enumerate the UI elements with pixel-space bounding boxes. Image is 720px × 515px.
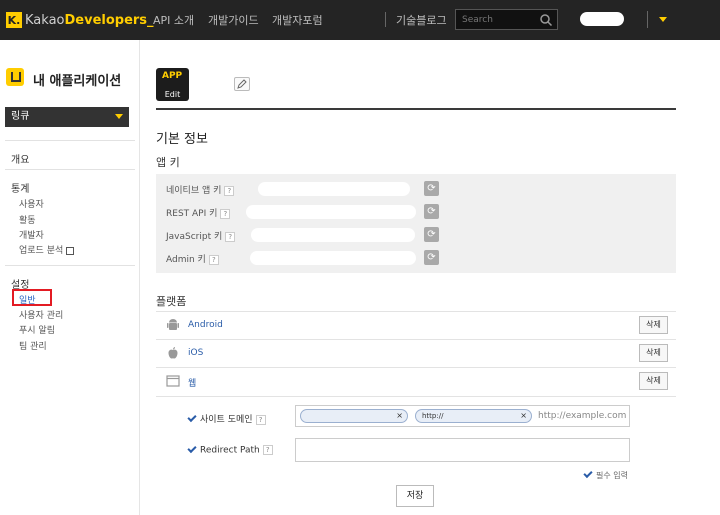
key-row: JavaScript 키? ⟳ bbox=[166, 226, 666, 244]
app-selector[interactable]: 링큐 bbox=[5, 107, 129, 127]
sidebar-item-team-management[interactable]: 팀 관리 bbox=[19, 339, 47, 352]
android-icon bbox=[167, 319, 179, 330]
help-icon[interactable]: ? bbox=[224, 185, 235, 196]
app-icon-edit[interactable]: APP Edit bbox=[156, 68, 189, 101]
redirect-path-input[interactable] bbox=[295, 438, 630, 462]
sidebar-item-activity[interactable]: 활동 bbox=[19, 213, 36, 226]
sidebar-section-stats: 통계 bbox=[11, 184, 30, 195]
check-icon bbox=[187, 443, 197, 453]
search-placeholder: Search bbox=[462, 14, 493, 25]
delete-button[interactable]: 삭제 bbox=[639, 316, 668, 334]
key-label: Admin 키? bbox=[166, 252, 219, 265]
delete-button[interactable]: 삭제 bbox=[639, 372, 668, 390]
help-icon[interactable]: ? bbox=[208, 254, 219, 265]
check-icon bbox=[187, 412, 197, 423]
platform-row-ios: iOS 삭제 bbox=[156, 339, 676, 367]
nav-api-intro[interactable]: API 소개 bbox=[153, 12, 194, 28]
main-content: APP Edit 기본 정보 앱 키 네이티브 앱 키? ⟳ REST API … bbox=[140, 40, 720, 515]
key-row: REST API 키? ⟳ bbox=[166, 203, 666, 221]
platform-name[interactable]: 웹 bbox=[188, 376, 196, 389]
save-button[interactable]: 저장 bbox=[396, 485, 434, 507]
required-note: 필수 입력 bbox=[583, 468, 628, 481]
upload-analysis-label: 업로드 분석 bbox=[19, 246, 64, 256]
site-domain-label: 사이트 도메인? bbox=[187, 412, 266, 425]
web-icon bbox=[166, 375, 180, 387]
remove-tag-icon[interactable]: × bbox=[520, 410, 527, 422]
key-value-redacted bbox=[246, 205, 416, 219]
user-divider bbox=[647, 11, 648, 28]
help-icon[interactable]: ? bbox=[225, 231, 236, 242]
app-selector-value: 링큐 bbox=[11, 111, 30, 122]
user-name-redacted[interactable] bbox=[580, 12, 624, 26]
site-domain-field[interactable]: × http://× http://example.com bbox=[295, 405, 630, 427]
key-row: 네이티브 앱 키? ⟳ bbox=[166, 180, 666, 198]
key-value-redacted bbox=[258, 182, 410, 196]
refresh-key-button[interactable]: ⟳ bbox=[424, 250, 439, 265]
refresh-key-button[interactable]: ⟳ bbox=[424, 227, 439, 242]
app-key-panel: 네이티브 앱 키? ⟳ REST API 키? ⟳ JavaScript 키? … bbox=[156, 174, 676, 273]
header-divider bbox=[156, 108, 676, 110]
key-row: Admin 키? ⟳ bbox=[166, 249, 666, 267]
domain-tag: http://× bbox=[415, 409, 532, 423]
user-menu-caret-icon[interactable] bbox=[659, 17, 667, 22]
domain-tag: × bbox=[300, 409, 408, 423]
my-apps-icon bbox=[6, 68, 24, 86]
sidebar-item-push-notification[interactable]: 푸시 알림 bbox=[19, 323, 55, 336]
key-value-redacted bbox=[250, 251, 416, 265]
sidebar-item-users[interactable]: 사용자 bbox=[19, 197, 44, 210]
key-value-redacted bbox=[251, 228, 415, 242]
nav-divider bbox=[385, 12, 386, 27]
check-icon bbox=[583, 468, 593, 479]
help-icon[interactable]: ? bbox=[262, 445, 273, 455]
sidebar-item-developers[interactable]: 개발자 bbox=[19, 228, 44, 241]
sidebar-divider bbox=[5, 140, 135, 141]
redirect-path-label: Redirect Path? bbox=[187, 443, 273, 456]
web-platform-settings: 사이트 도메인? × http://× http://example.com R… bbox=[156, 396, 676, 515]
app-key-title: 앱 키 bbox=[156, 156, 180, 169]
key-label: JavaScript 키? bbox=[166, 229, 236, 242]
search-icon[interactable] bbox=[539, 13, 553, 27]
platform-title: 플랫폼 bbox=[156, 295, 187, 308]
chevron-down-icon bbox=[115, 114, 123, 119]
key-label: REST API 키? bbox=[166, 206, 231, 219]
help-icon[interactable]: ? bbox=[255, 414, 266, 425]
refresh-key-button[interactable]: ⟳ bbox=[424, 181, 439, 196]
highlight-box bbox=[12, 289, 52, 306]
platform-name[interactable]: Android bbox=[188, 320, 223, 330]
platform-row-android: Android 삭제 bbox=[156, 311, 676, 339]
edit-label: Edit bbox=[164, 90, 181, 99]
edit-name-button[interactable] bbox=[234, 77, 250, 91]
sidebar-divider bbox=[5, 265, 135, 266]
key-label: 네이티브 앱 키? bbox=[166, 183, 235, 196]
refresh-key-button[interactable]: ⟳ bbox=[424, 204, 439, 219]
help-icon[interactable]: ? bbox=[220, 208, 231, 219]
search-input[interactable]: Search bbox=[455, 9, 558, 30]
external-link-icon bbox=[66, 246, 75, 255]
kakao-developers-logo[interactable]: K. KakaoDevelopers_ bbox=[6, 10, 154, 30]
sidebar-item-overview[interactable]: 개요 bbox=[11, 151, 29, 166]
logo-text: KakaoDevelopers_ bbox=[25, 12, 154, 28]
pencil-icon bbox=[237, 79, 247, 89]
remove-tag-icon[interactable]: × bbox=[396, 410, 403, 422]
sidebar-title: 내 애플리케이션 bbox=[33, 74, 122, 89]
app-icon-text: APP bbox=[162, 71, 183, 81]
basic-info-title: 기본 정보 bbox=[156, 132, 208, 147]
sidebar-item-upload-analysis[interactable]: 업로드 분석 bbox=[19, 243, 75, 256]
domain-placeholder: http://example.com bbox=[538, 411, 627, 421]
platform-row-web: 웹 삭제 bbox=[156, 367, 676, 395]
sidebar: 내 애플리케이션 링큐 개요 통계 사용자 활동 개발자 업로드 분석 설정 일… bbox=[0, 40, 140, 515]
top-navigation-bar: K. KakaoDevelopers_ API 소개 개발가이드 개발자포럼 기… bbox=[0, 0, 720, 40]
apple-icon bbox=[168, 347, 178, 359]
delete-button[interactable]: 삭제 bbox=[639, 344, 668, 362]
sidebar-item-user-management[interactable]: 사용자 관리 bbox=[19, 308, 63, 321]
platform-name[interactable]: iOS bbox=[188, 348, 203, 358]
kakao-k-icon: K. bbox=[6, 12, 22, 28]
nav-dev-forum[interactable]: 개발자포럼 bbox=[272, 12, 323, 28]
sidebar-divider bbox=[5, 169, 135, 170]
nav-tech-blog[interactable]: 기술블로그 bbox=[396, 12, 447, 28]
nav-dev-guide[interactable]: 개발가이드 bbox=[208, 12, 259, 28]
